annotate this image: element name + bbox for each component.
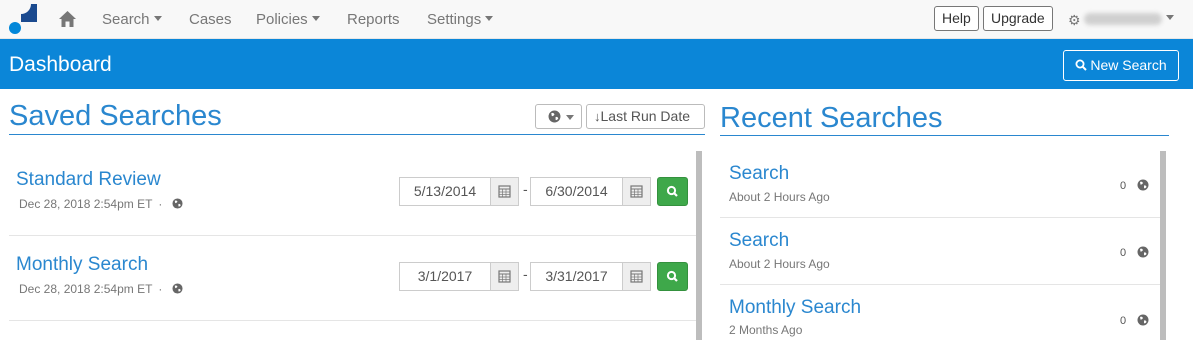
saved-search-date: Dec 28, 2018 2:54pm ET xyxy=(19,197,153,211)
upgrade-button[interactable]: Upgrade xyxy=(983,6,1053,31)
saved-search-date: Dec 28, 2018 2:54pm ET xyxy=(19,282,153,296)
start-date-input[interactable]: 5/13/2014 xyxy=(399,177,491,206)
nav-reports-label: Reports xyxy=(347,11,400,28)
globe-icon xyxy=(548,110,561,123)
dashboard-header: Dashboard New Search xyxy=(0,39,1193,89)
search-icon xyxy=(666,270,678,282)
result-count: 0 xyxy=(1120,315,1127,327)
chevron-down-icon xyxy=(311,16,320,21)
recent-search-item: Monthly Search 2 Months Ago 0 xyxy=(720,285,1160,340)
chevron-down-icon xyxy=(153,16,162,21)
range-separator: - xyxy=(523,181,528,197)
range-separator: - xyxy=(523,266,528,282)
user-menu[interactable]: ⚙ xyxy=(1068,11,1178,28)
help-button[interactable]: Help xyxy=(934,6,979,31)
nav-settings[interactable]: Settings xyxy=(427,11,494,28)
globe-icon xyxy=(1137,314,1149,326)
globe-icon xyxy=(1137,246,1149,258)
date-range: 5/13/2014 - 6/30/2014 xyxy=(399,177,689,206)
saved-searches-divider xyxy=(9,134,705,135)
top-navbar: Search Cases Policies Reports Settings H… xyxy=(0,0,1193,39)
chevron-down-icon xyxy=(485,16,494,21)
result-count: 0 xyxy=(1120,180,1127,192)
date-range: 3/1/2017 - 3/31/2017 xyxy=(399,262,689,291)
recent-search-time: About 2 Hours Ago xyxy=(729,257,830,271)
calendar-icon[interactable] xyxy=(490,262,519,291)
globe-icon xyxy=(172,198,183,209)
nav-search[interactable]: Search xyxy=(102,11,162,28)
run-search-button[interactable] xyxy=(657,262,688,291)
nav-cases-label: Cases xyxy=(189,11,232,28)
saved-search-title[interactable]: Monthly Search xyxy=(16,254,148,276)
nav-policies[interactable]: Policies xyxy=(256,11,320,28)
end-date-input[interactable]: 3/31/2017 xyxy=(530,262,623,291)
result-count: 0 xyxy=(1120,247,1127,259)
saved-search-title[interactable]: Standard Review xyxy=(16,169,161,191)
new-search-button[interactable]: New Search xyxy=(1063,50,1179,81)
sort-last-run-date-button[interactable]: ↓Last Run Date xyxy=(586,104,705,129)
recent-search-title[interactable]: Monthly Search xyxy=(729,297,861,319)
globe-icon xyxy=(1137,179,1149,191)
visibility-filter-dropdown[interactable] xyxy=(535,104,582,129)
calendar-icon[interactable] xyxy=(622,177,651,206)
user-name-redacted xyxy=(1084,13,1162,25)
start-date-input[interactable]: 3/1/2017 xyxy=(399,262,491,291)
nav-settings-label: Settings xyxy=(427,11,482,28)
nav-search-label: Search xyxy=(102,11,150,28)
saved-scrollbar[interactable] xyxy=(696,151,702,340)
saved-search-item: Standard Review Dec 28, 2018 2:54pm ET · … xyxy=(9,151,696,236)
saved-search-item: Monthly Search Dec 28, 2018 2:54pm ET · 3… xyxy=(9,236,696,321)
saved-searches-title: Saved Searches xyxy=(9,100,222,132)
sort-label: Last Run Date xyxy=(600,108,691,124)
gear-icon: ⚙ xyxy=(1068,12,1081,28)
saved-search-meta: Dec 28, 2018 2:54pm ET · xyxy=(19,282,183,296)
recent-search-time: 2 Months Ago xyxy=(729,323,803,337)
run-search-button[interactable] xyxy=(657,177,688,206)
calendar-icon[interactable] xyxy=(622,262,651,291)
brand-logo[interactable] xyxy=(9,4,39,34)
end-date-input[interactable]: 6/30/2014 xyxy=(530,177,623,206)
chevron-down-icon xyxy=(566,115,574,120)
recent-searches-title: Recent Searches xyxy=(720,102,943,134)
nav-policies-label: Policies xyxy=(256,11,308,28)
recent-searches-divider xyxy=(720,135,1169,136)
search-icon xyxy=(1075,59,1088,71)
new-search-label: New Search xyxy=(1090,57,1167,73)
recent-search-item: Search About 2 Hours Ago 0 xyxy=(720,218,1160,285)
globe-icon xyxy=(172,283,183,294)
calendar-icon[interactable] xyxy=(490,177,519,206)
nav-reports[interactable]: Reports xyxy=(347,11,400,28)
search-icon xyxy=(666,185,678,197)
recent-scrollbar[interactable] xyxy=(1160,151,1166,340)
recent-search-title[interactable]: Search xyxy=(729,163,789,185)
recent-search-title[interactable]: Search xyxy=(729,230,789,252)
chevron-down-icon xyxy=(1166,15,1174,20)
recent-search-time: About 2 Hours Ago xyxy=(729,190,830,204)
recent-search-item: Search About 2 Hours Ago 0 xyxy=(720,151,1160,218)
page-title: Dashboard xyxy=(9,53,112,76)
home-icon[interactable] xyxy=(58,10,77,28)
saved-search-meta: Dec 28, 2018 2:54pm ET · xyxy=(19,197,183,211)
nav-cases[interactable]: Cases xyxy=(189,11,232,28)
